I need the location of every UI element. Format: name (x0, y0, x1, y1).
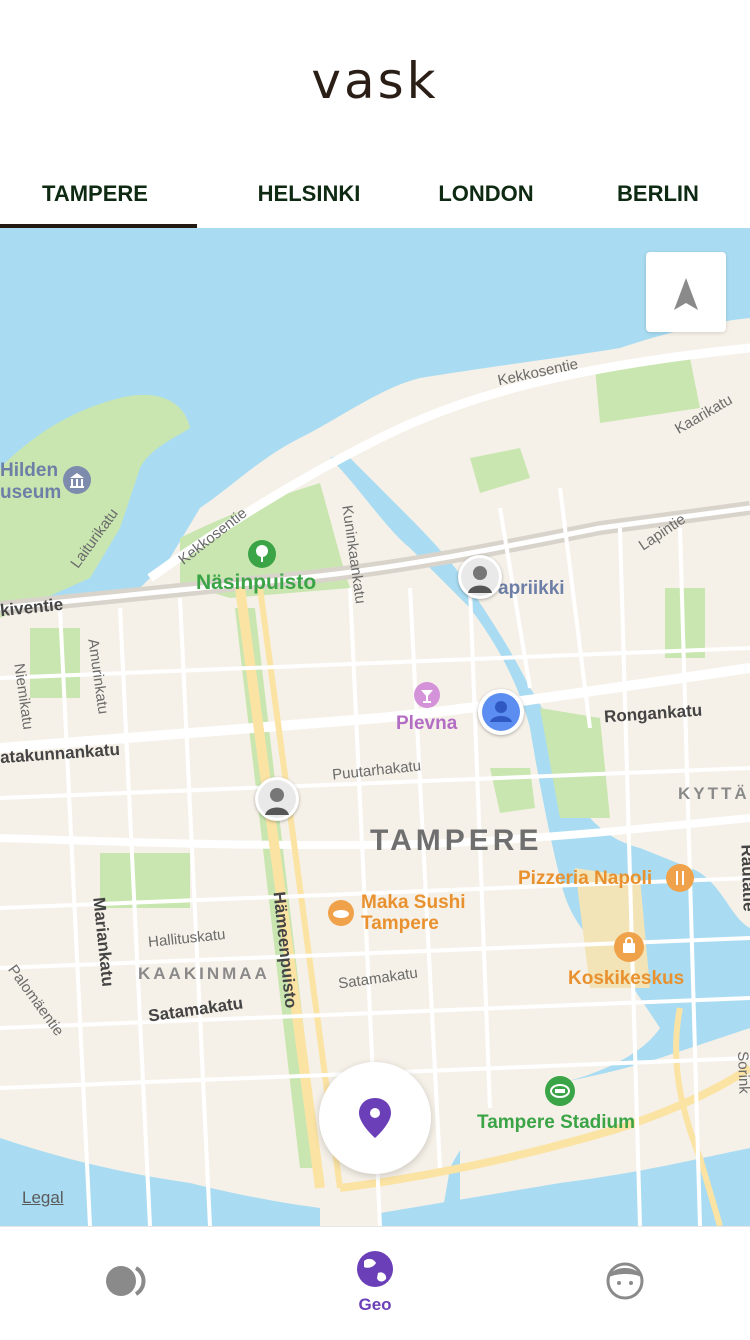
poi-label-plevna[interactable]: Plevna (396, 713, 457, 735)
toggle-moon-icon (106, 1266, 146, 1296)
nav-item-feed[interactable] (0, 1227, 250, 1335)
shopping-icon[interactable] (614, 932, 644, 962)
museum-icon[interactable] (63, 466, 91, 494)
drop-pin-button[interactable] (319, 1062, 431, 1174)
poi-label-maka-sushi-line2[interactable]: Tampere (361, 913, 439, 935)
face-icon (606, 1262, 644, 1300)
tab-london[interactable]: LONDON (391, 160, 581, 228)
app-logo: vask (311, 52, 439, 110)
poi-label-hilden-line2[interactable]: useum (0, 482, 61, 504)
poi-label-koskikeskus[interactable]: Koskikeskus (568, 968, 684, 990)
location-pin-icon (359, 1098, 391, 1138)
poi-label-tampere-stadium[interactable]: Tampere Stadium (477, 1112, 635, 1134)
poi-label-pizzeria-napoli[interactable]: Pizzeria Napoli (518, 868, 652, 890)
poi-label-vapriikki[interactable]: apriikki (498, 578, 565, 600)
map-legal-link[interactable]: Legal (22, 1188, 64, 1208)
user-avatar-marker[interactable] (458, 555, 502, 599)
poi-label-nasinpuisto[interactable]: Näsinpuisto (196, 571, 316, 595)
navigation-arrow-icon (674, 278, 698, 310)
current-user-marker[interactable] (478, 689, 524, 735)
city-label-tampere: TAMPERE (370, 824, 543, 857)
globe-icon (357, 1251, 393, 1287)
nav-item-profile[interactable] (500, 1227, 750, 1335)
poi-label-maka-sushi-line1[interactable]: Maka Sushi (361, 892, 466, 914)
poi-label-hilden-line1[interactable]: Hilden (0, 460, 58, 482)
tab-helsinki[interactable]: HELSINKI (214, 160, 404, 228)
restaurant-icon[interactable] (666, 864, 694, 892)
nav-label-geo: Geo (358, 1295, 392, 1314)
locate-me-button[interactable] (646, 252, 726, 332)
sushi-icon[interactable] (328, 900, 354, 926)
tab-tampere[interactable]: TAMPERE (0, 160, 190, 228)
park-icon[interactable] (248, 540, 276, 568)
district-label-kaakinmaa: KAAKINMAA (138, 964, 270, 983)
city-tabs: TAMPERE HELSINKI LONDON BERLIN (0, 160, 750, 228)
user-avatar-marker[interactable] (255, 777, 299, 821)
street-label-rautatie: Rautatie (737, 844, 750, 912)
district-label-kyttala: KYTTÄL (678, 784, 750, 803)
nav-item-geo[interactable]: Geo (250, 1227, 500, 1335)
tab-berlin[interactable]: BERLIN (563, 160, 750, 228)
bar-icon[interactable] (414, 682, 440, 708)
app-header: vask (0, 0, 750, 160)
stadium-icon[interactable] (545, 1076, 575, 1106)
street-label-sorinkatu: Sorink (734, 1050, 750, 1095)
bottom-navigation: Geo (0, 1226, 750, 1335)
